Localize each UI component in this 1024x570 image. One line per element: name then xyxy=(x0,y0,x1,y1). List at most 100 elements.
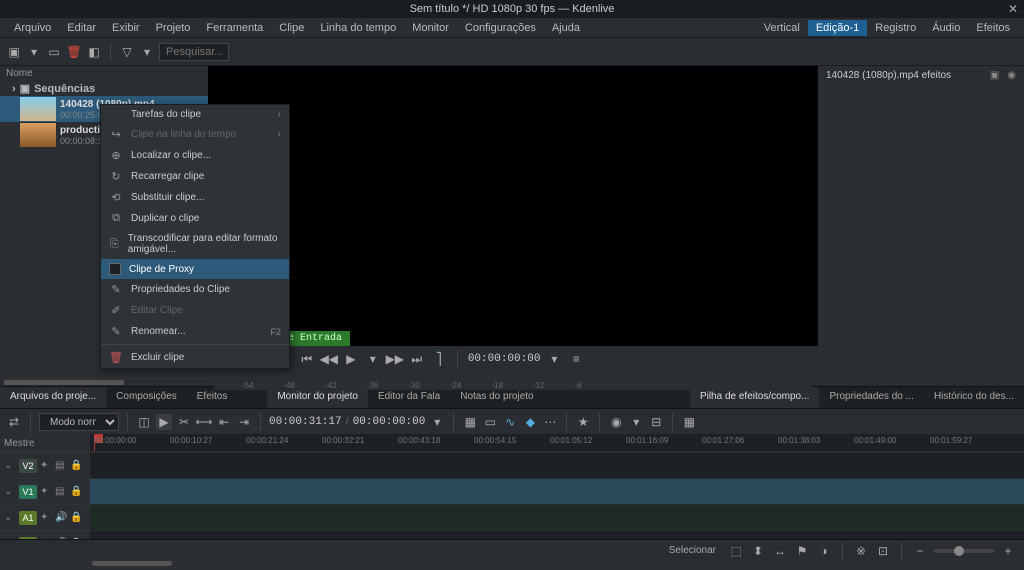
prev-kf-icon[interactable]: ⏮ xyxy=(299,351,315,367)
tc-dropdown-icon[interactable]: ▾ xyxy=(429,414,445,430)
tl-cut-icon[interactable]: ✂ xyxy=(176,414,192,430)
tl-subtitle-icon[interactable]: ⊟ xyxy=(648,414,664,430)
rewind-icon[interactable]: ◀◀ xyxy=(321,351,337,367)
tl-thumb-icon[interactable]: ▭ xyxy=(482,414,498,430)
menu-ferramenta[interactable]: Ferramenta xyxy=(198,20,271,36)
forward-icon[interactable]: ▶▶ xyxy=(387,351,403,367)
edit-mode-select[interactable]: Modo normal xyxy=(39,413,119,431)
timeline-hscroll[interactable] xyxy=(0,560,1024,570)
menu-editar[interactable]: Editar xyxy=(59,20,104,36)
tab-editor-fala[interactable]: Editor da Fala xyxy=(368,387,450,408)
fx-icon[interactable]: ✦ xyxy=(40,512,52,524)
track-label[interactable]: V2 xyxy=(19,459,37,473)
ctx-duplicar[interactable]: ⧉Duplicar o clipe xyxy=(101,208,289,229)
master-track[interactable]: Mestre xyxy=(0,434,90,452)
tab-pilha-efeitos[interactable]: Pilha de efeitos/compo... xyxy=(690,387,820,408)
sb-fit-icon[interactable]: ⊡ xyxy=(875,543,891,559)
fx-icon[interactable]: ✦ xyxy=(40,486,52,498)
marker-dropdown-icon[interactable]: ▾ xyxy=(546,351,562,367)
mute-icon[interactable]: ▤ xyxy=(55,460,67,472)
tl-render-icon[interactable]: ▦ xyxy=(681,414,697,430)
next-kf-icon[interactable]: ⏭ xyxy=(409,351,425,367)
tab-composicoes[interactable]: Composições xyxy=(106,387,187,408)
ctx-propriedades[interactable]: ✎Propriedades do Clipe xyxy=(101,279,289,300)
sb-flag-icon[interactable]: ⚑ xyxy=(794,543,810,559)
fx-icon[interactable]: ✦ xyxy=(40,460,52,472)
layout-tab-edicao[interactable]: Edição-1 xyxy=(808,20,867,36)
menu-linha-tempo[interactable]: Linha do tempo xyxy=(312,20,404,36)
tl-tags-icon[interactable]: ⋯ xyxy=(542,414,558,430)
menu-monitor[interactable]: Monitor xyxy=(404,20,457,36)
ctx-recarregar[interactable]: ↻Recarregar clipe xyxy=(101,166,289,187)
layout-tab-vertical[interactable]: Vertical xyxy=(756,20,808,36)
monitor-view[interactable]: Ponto de Entrada xyxy=(238,66,788,346)
tl-overwrite-icon[interactable]: ⇥ xyxy=(236,414,252,430)
play-icon[interactable]: ▶ xyxy=(343,351,359,367)
close-icon[interactable]: ✕ xyxy=(1008,2,1018,16)
set-out-icon[interactable]: ⎤ xyxy=(431,351,447,367)
tl-comp-icon[interactable]: ▦ xyxy=(462,414,478,430)
delete-icon[interactable]: 🗑 xyxy=(66,44,82,60)
add-clip-icon[interactable]: ▣ xyxy=(6,44,22,60)
chevron-down-icon[interactable]: ⌄ xyxy=(4,486,16,498)
monitor-timecode[interactable]: 00:00:00:00 xyxy=(468,353,541,365)
menu-config[interactable]: Configurações xyxy=(457,20,544,36)
sb-ripple-icon[interactable]: ↔ xyxy=(772,543,788,559)
tab-efeitos[interactable]: Efeitos xyxy=(187,387,238,408)
search-input[interactable] xyxy=(159,43,229,61)
tl-tool1-icon[interactable]: ⇄ xyxy=(6,414,22,430)
lock-icon[interactable]: 🔒 xyxy=(70,460,82,472)
sb-zoom-out-icon[interactable]: − xyxy=(912,543,928,559)
dropdown-icon[interactable]: ▾ xyxy=(365,351,381,367)
tl-fav-icon[interactable]: ★ xyxy=(575,414,591,430)
layout-tab-registro[interactable]: Registro xyxy=(867,20,924,36)
tl-timecode-current[interactable]: 00:00:31:17 xyxy=(269,416,342,428)
hamburger-icon[interactable]: ≡ xyxy=(568,351,584,367)
ctx-proxy[interactable]: Clipe de Proxy xyxy=(101,259,289,279)
tl-play-icon[interactable]: ▶ xyxy=(156,414,172,430)
bin-sequences[interactable]: › ▣ Sequências xyxy=(0,81,208,96)
track-header-v1[interactable]: ⌄ V1 ✦ ▤ 🔒 xyxy=(0,478,90,504)
tab-monitor-projeto[interactable]: Monitor do projeto xyxy=(267,387,368,408)
layout-tab-efeitos[interactable]: Efeitos xyxy=(968,20,1018,36)
ctx-transcodificar[interactable]: ⎘Transcodificar para editar formato amig… xyxy=(101,229,289,259)
sb-zoom-in-icon[interactable]: + xyxy=(1000,543,1016,559)
tl-spacer-icon[interactable]: ⟷ xyxy=(196,414,212,430)
sb-select-icon[interactable]: ⬚ xyxy=(728,543,744,559)
folder-icon[interactable]: ▭ xyxy=(46,44,62,60)
track-lane-v1[interactable] xyxy=(90,478,1024,504)
track-lane-a1[interactable] xyxy=(90,504,1024,530)
track-lane-v2[interactable] xyxy=(90,452,1024,478)
monitor-ruler[interactable]: -54 -48 -42 -36 -30 -24 -18 -12 -6 xyxy=(214,374,812,390)
tab-historico[interactable]: Histórico do des... xyxy=(924,387,1024,408)
ctx-excluir[interactable]: 🗑Excluir clipe xyxy=(101,347,289,368)
dropdown-icon[interactable]: ▾ xyxy=(26,44,42,60)
save-effect-icon[interactable]: ▣ xyxy=(990,70,999,81)
tl-preview-icon[interactable]: ◉ xyxy=(608,414,624,430)
track-header-v2[interactable]: ⌄ V2 ✦ ▤ 🔒 xyxy=(0,452,90,478)
sb-move-icon[interactable]: ⬍ xyxy=(750,543,766,559)
layout-tab-audio[interactable]: Áudio xyxy=(924,20,968,36)
ctx-renomear[interactable]: ✎Renomear...F2 xyxy=(101,321,289,342)
menu-clipe[interactable]: Clipe xyxy=(271,20,312,36)
zoom-slider[interactable] xyxy=(934,549,994,553)
menu-projeto[interactable]: Projeto xyxy=(148,20,199,36)
checkbox-icon[interactable] xyxy=(109,263,121,275)
chevron-down-icon[interactable]: ⌄ xyxy=(4,512,16,524)
tab-arquivos[interactable]: Arquivos do proje... xyxy=(0,387,106,408)
mute-icon[interactable]: ▤ xyxy=(55,486,67,498)
sb-snap-icon[interactable]: ※ xyxy=(853,543,869,559)
menu-arquivo[interactable]: Arquivo xyxy=(6,20,59,36)
track-header-a1[interactable]: ⌄ A1 ✦ 🔊 🔒 xyxy=(0,504,90,530)
speaker-icon[interactable]: 🔊 xyxy=(55,512,67,524)
sb-color-icon[interactable]: ◑ xyxy=(816,543,832,559)
tl-mixer-icon[interactable]: ◫ xyxy=(136,414,152,430)
menu-exibir[interactable]: Exibir xyxy=(104,20,148,36)
toggle-effect-icon[interactable]: ◉ xyxy=(1007,70,1016,81)
tl-preview-drop-icon[interactable]: ▾ xyxy=(628,414,644,430)
tl-marker-icon[interactable]: ◆ xyxy=(522,414,538,430)
tl-wave-icon[interactable]: ∿ xyxy=(502,414,518,430)
ctx-tarefas[interactable]: Tarefas do clipe xyxy=(101,105,289,124)
tab-notas[interactable]: Notas do projeto xyxy=(450,387,543,408)
lock-icon[interactable]: 🔒 xyxy=(70,512,82,524)
